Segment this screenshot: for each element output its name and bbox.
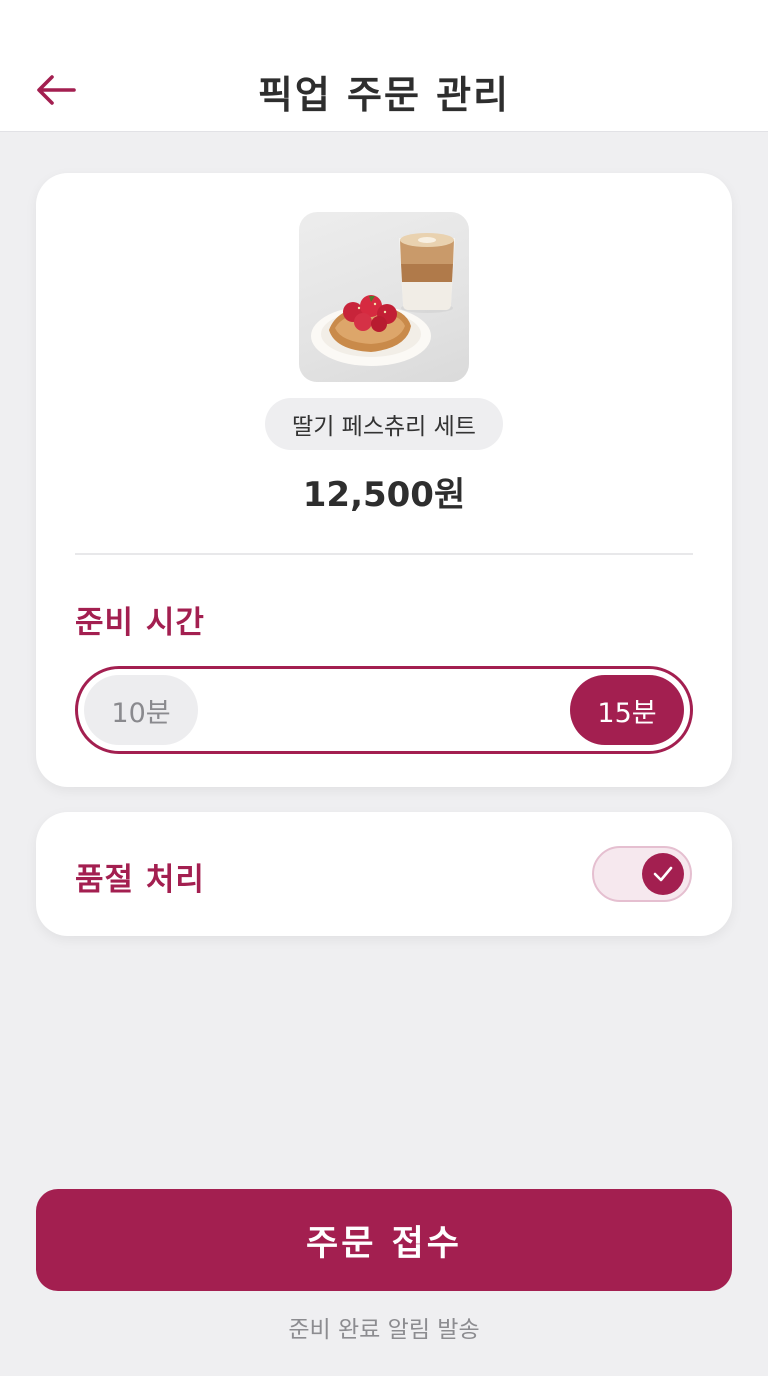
sold-out-toggle[interactable] [592, 846, 692, 902]
product-card: 딸기 페스츄리 세트 12,500원 준비 시간 10분 15분 [36, 173, 732, 787]
prep-time-selector: 10분 15분 [75, 666, 693, 754]
product-name-chip: 딸기 페스츄리 세트 [265, 398, 503, 450]
top-app-bar: 픽업 주문 관리 [0, 0, 768, 132]
product-image [299, 212, 469, 382]
prep-time-option-15[interactable]: 15분 [570, 675, 684, 745]
toggle-knob [642, 853, 684, 895]
prep-time-option-10[interactable]: 10분 [84, 675, 198, 745]
prep-time-label: 준비 시간 [75, 605, 205, 641]
ready-notification-caption: 준비 완료 알림 발송 [288, 1317, 480, 1343]
divider [75, 553, 693, 555]
sold-out-label: 품절 처리 [75, 862, 205, 898]
checkmark-icon [653, 866, 673, 882]
accept-order-button[interactable]: 주문 접수 [36, 1189, 732, 1291]
sold-out-card: 품절 처리 [36, 812, 732, 936]
product-price: 12,500원 [302, 475, 466, 515]
page-title: 픽업 주문 관리 [257, 73, 511, 117]
